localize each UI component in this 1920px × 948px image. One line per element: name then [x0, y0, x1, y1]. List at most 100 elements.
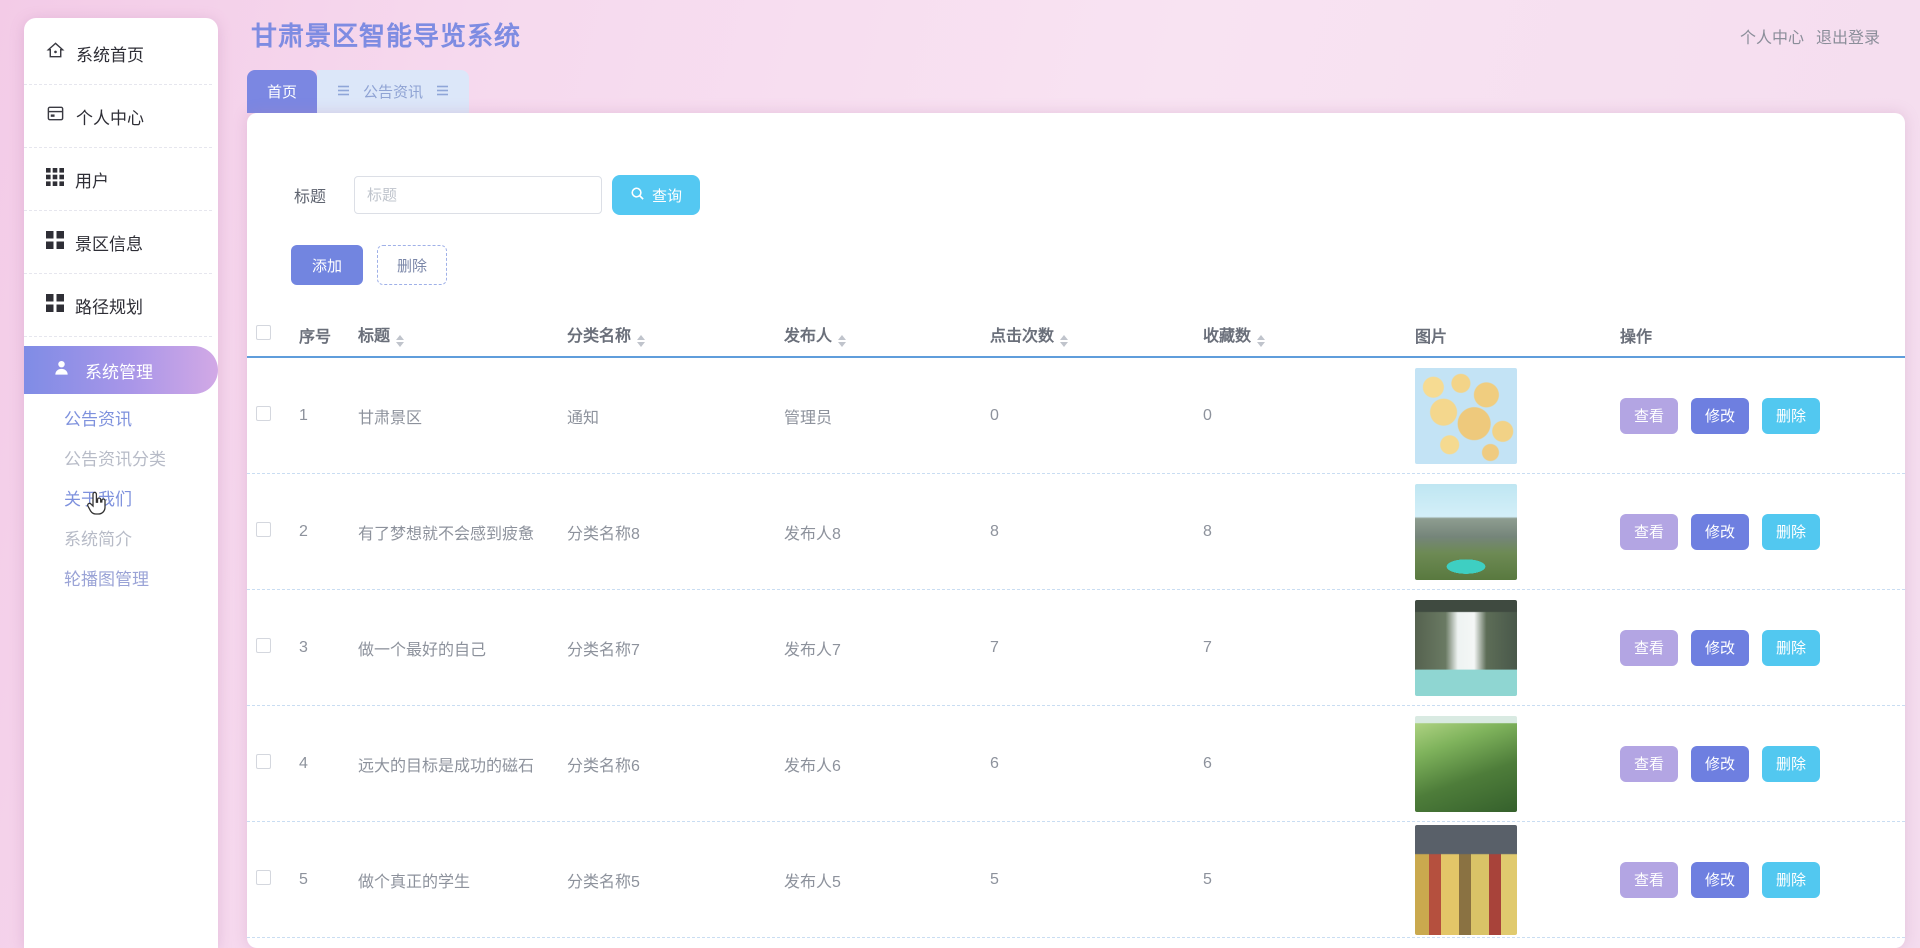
row-actions: 查看 修改 删除 — [1620, 398, 1905, 434]
query-button[interactable]: 查询 — [612, 175, 700, 215]
row-publisher: 发布人8 — [784, 520, 990, 544]
edit-button[interactable]: 修改 — [1691, 746, 1749, 782]
row-title: 做个真正的学生 — [358, 868, 567, 892]
grid3-icon — [46, 168, 64, 191]
home-icon — [46, 41, 65, 65]
row-actions: 查看 修改 删除 — [1620, 746, 1905, 782]
search-input[interactable] — [354, 176, 602, 214]
grid2-icon — [46, 231, 64, 254]
row-category: 分类名称8 — [567, 520, 784, 544]
top-links: 个人中心 退出登录 — [1740, 24, 1880, 48]
add-button[interactable]: 添加 — [291, 245, 363, 285]
row-index: 2 — [299, 523, 358, 541]
row-publisher: 发布人5 — [784, 868, 990, 892]
batch-delete-button[interactable]: 删除 — [377, 245, 447, 285]
column-header-category: 分类名称 — [567, 322, 784, 347]
delete-button[interactable]: 删除 — [1762, 862, 1820, 898]
tab-label[interactable]: 公告资讯 — [363, 81, 423, 102]
table-header-row: 序号 标题 分类名称 发布人 点击次数 收藏数 图片 操作 — [247, 313, 1905, 358]
row-index: 5 — [299, 871, 358, 889]
search-form: 标题 查询 — [294, 175, 1905, 215]
sidebar-item-label: 系统首页 — [76, 41, 144, 66]
row-title: 有了梦想就不会感到疲惫 — [358, 520, 567, 544]
table-row: 2 有了梦想就不会感到疲惫 分类名称8 发布人8 8 8 查看 修改 删除 — [247, 474, 1905, 590]
column-header-index: 序号 — [299, 323, 358, 347]
sidebar-item-scenic-info[interactable]: 景区信息 — [24, 211, 212, 274]
row-category: 分类名称6 — [567, 752, 784, 776]
view-button[interactable]: 查看 — [1620, 514, 1678, 550]
submenu-item-carousel-management[interactable]: 轮播图管理 — [24, 560, 218, 600]
row-checkbox[interactable] — [256, 406, 271, 421]
search-field-label: 标题 — [294, 183, 354, 207]
table-row: 1 甘肃景区 通知 管理员 0 0 查看 修改 删除 — [247, 358, 1905, 474]
profile-link[interactable]: 个人中心 — [1740, 24, 1804, 48]
row-checkbox[interactable] — [256, 870, 271, 885]
select-all-checkbox[interactable] — [256, 325, 271, 340]
row-checkbox[interactable] — [256, 754, 271, 769]
edit-button[interactable]: 修改 — [1691, 862, 1749, 898]
gansu-map-thumbnail — [1415, 368, 1517, 464]
sort-icon[interactable] — [1257, 335, 1265, 347]
sort-icon[interactable] — [396, 335, 404, 347]
row-clicks: 8 — [990, 523, 1203, 541]
sidebar-item-profile[interactable]: 个人中心 — [24, 85, 212, 148]
sidebar-item-users[interactable]: 用户 — [24, 148, 212, 211]
edit-button[interactable]: 修改 — [1691, 514, 1749, 550]
waterfall-thumbnail — [1415, 600, 1517, 696]
view-button[interactable]: 查看 — [1620, 862, 1678, 898]
logout-link[interactable]: 退出登录 — [1816, 24, 1880, 48]
sort-icon[interactable] — [838, 335, 846, 347]
row-publisher: 管理员 — [784, 404, 990, 428]
delete-button[interactable]: 删除 — [1762, 514, 1820, 550]
sidebar-item-label: 景区信息 — [75, 230, 143, 255]
submenu-item-about-us[interactable]: 关于我们 — [24, 480, 218, 520]
sidebar-item-label: 系统管理 — [85, 358, 153, 383]
sort-icon[interactable] — [637, 335, 645, 347]
search-icon — [630, 186, 645, 205]
row-clicks: 7 — [990, 639, 1203, 657]
column-header-actions: 操作 — [1620, 323, 1905, 347]
announcement-table: 序号 标题 分类名称 发布人 点击次数 收藏数 图片 操作 1 甘肃景区 通知 … — [247, 313, 1905, 938]
sidebar-item-label: 个人中心 — [76, 104, 144, 129]
sidebar-item-route-planning[interactable]: 路径规划 — [24, 274, 212, 337]
submenu-item-announcement-categories[interactable]: 公告资讯分类 — [24, 440, 218, 480]
column-header-title: 标题 — [358, 322, 567, 347]
table-row: 3 做一个最好的自己 分类名称7 发布人7 7 7 查看 修改 删除 — [247, 590, 1905, 706]
green-hills-thumbnail — [1415, 716, 1517, 812]
view-button[interactable]: 查看 — [1620, 746, 1678, 782]
column-header-clicks: 点击次数 — [990, 322, 1203, 347]
submenu-item-announcements[interactable]: 公告资讯 — [24, 400, 218, 440]
tab-menu-icon[interactable] — [337, 83, 350, 100]
content-card: 标题 查询 添加 删除 序号 标题 分类名称 发布人 点击次数 收藏数 图片 操… — [247, 113, 1905, 948]
row-actions: 查看 修改 删除 — [1620, 514, 1905, 550]
edit-button[interactable]: 修改 — [1691, 630, 1749, 666]
row-checkbox[interactable] — [256, 638, 271, 653]
row-index: 4 — [299, 755, 358, 773]
row-publisher: 发布人7 — [784, 636, 990, 660]
table-row: 5 做个真正的学生 分类名称5 发布人5 5 5 查看 修改 删除 — [247, 822, 1905, 938]
row-clicks: 0 — [990, 407, 1203, 425]
edit-button[interactable]: 修改 — [1691, 398, 1749, 434]
sidebar-item-label: 用户 — [75, 167, 109, 192]
row-favorites: 6 — [1203, 755, 1415, 773]
row-category: 分类名称5 — [567, 868, 784, 892]
view-button[interactable]: 查看 — [1620, 398, 1678, 434]
row-checkbox[interactable] — [256, 522, 271, 537]
delete-button[interactable]: 删除 — [1762, 630, 1820, 666]
mountain-lake-thumbnail — [1415, 484, 1517, 580]
sidebar-item-system-management[interactable]: 系统管理 — [24, 346, 218, 394]
sort-icon[interactable] — [1060, 335, 1068, 347]
row-clicks: 5 — [990, 871, 1203, 889]
sidebar-item-home[interactable]: 系统首页 — [24, 22, 212, 85]
tab-home[interactable]: 首页 — [247, 70, 317, 113]
delete-button[interactable]: 删除 — [1762, 746, 1820, 782]
submenu-item-system-intro[interactable]: 系统简介 — [24, 520, 218, 560]
delete-button[interactable]: 删除 — [1762, 398, 1820, 434]
tab-menu-icon[interactable] — [436, 83, 449, 100]
panel-icon — [46, 104, 65, 128]
view-button[interactable]: 查看 — [1620, 630, 1678, 666]
european-street-thumbnail — [1415, 825, 1517, 935]
row-title: 做一个最好的自己 — [358, 636, 567, 660]
row-favorites: 5 — [1203, 871, 1415, 889]
tab-announcements[interactable]: 公告资讯 — [317, 70, 469, 113]
